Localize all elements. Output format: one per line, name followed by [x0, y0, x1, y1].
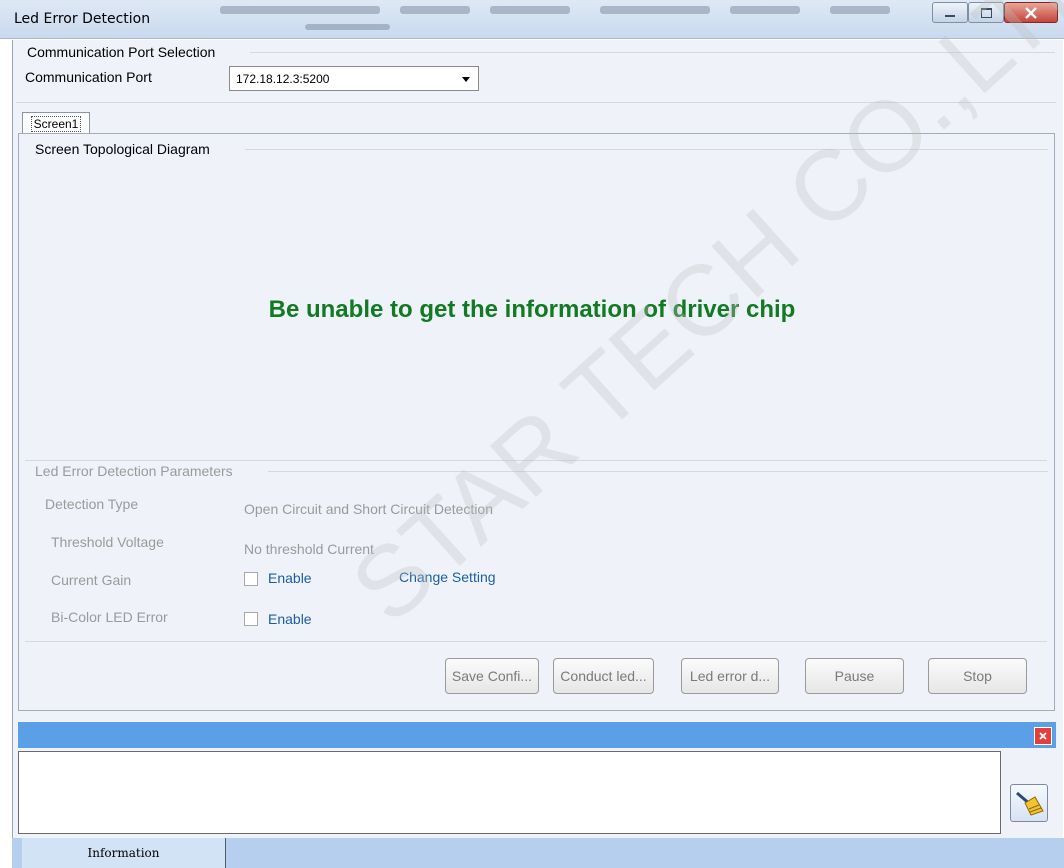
diagram-group-title: Screen Topological Diagram: [35, 141, 210, 157]
group-divider: [25, 460, 1047, 461]
tab-information[interactable]: Information: [22, 838, 226, 868]
info-log-area[interactable]: [18, 751, 1001, 834]
close-icon: [1025, 6, 1037, 19]
led-error-button[interactable]: Led error d...: [681, 658, 779, 694]
pause-button[interactable]: Pause: [805, 658, 904, 694]
group-divider: [25, 641, 1047, 642]
group-divider: [245, 149, 1048, 150]
background-window-blur: [220, 6, 380, 14]
tab-panel: [18, 133, 1055, 711]
info-panel-header: [18, 722, 1056, 748]
bicolor-label: Bi-Color LED Error: [51, 609, 168, 625]
stop-button[interactable]: Stop: [928, 658, 1027, 694]
clear-log-button[interactable]: [1010, 784, 1048, 822]
background-window-blur: [730, 6, 800, 14]
minimize-button[interactable]: [932, 2, 968, 23]
close-icon: [1039, 732, 1047, 740]
information-tab-label: Information: [87, 846, 160, 860]
detection-type-label: Detection Type: [45, 496, 139, 512]
change-setting-link[interactable]: Change Setting: [399, 569, 496, 585]
current-gain-checkbox[interactable]: [244, 572, 258, 586]
tab-label: Screen1: [30, 115, 82, 132]
port-label: Communication Port: [25, 69, 152, 85]
port-select-value: 172.18.12.3:5200: [236, 72, 330, 86]
title-bar: Led Error Detection: [0, 0, 1064, 39]
current-gain-label: Current Gain: [51, 572, 132, 588]
tab-screen1[interactable]: Screen1: [22, 112, 90, 134]
save-config-button[interactable]: Save Confi...: [445, 658, 539, 694]
background-window-blur: [400, 6, 470, 14]
detection-type-value: Open Circuit and Short Circuit Detection: [244, 501, 493, 517]
communication-port-select[interactable]: 172.18.12.3:5200: [229, 66, 479, 91]
conduct-led-button[interactable]: Conduct led...: [553, 658, 654, 694]
background-window-blur: [830, 6, 890, 14]
diagram-status-message: Be unable to get the information of driv…: [268, 296, 796, 323]
group-divider: [250, 52, 1055, 53]
chevron-down-icon: [462, 77, 470, 82]
params-group-title: Led Error Detection Parameters: [35, 463, 233, 479]
bicolor-enable-label[interactable]: Enable: [268, 611, 312, 627]
maximize-button[interactable]: [968, 2, 1004, 23]
window-title: Led Error Detection: [14, 11, 151, 27]
info-panel-close-button[interactable]: [1034, 727, 1052, 745]
background-window-blur: [490, 6, 570, 14]
threshold-value: No threshold Current: [244, 541, 374, 557]
current-gain-enable-label[interactable]: Enable: [268, 570, 312, 586]
minimize-icon: [945, 14, 955, 17]
group-divider: [16, 102, 1056, 103]
broom-icon: [1016, 791, 1044, 816]
port-group-title: Communication Port Selection: [27, 44, 216, 60]
background-window-blur: [305, 24, 390, 30]
group-divider: [268, 471, 1048, 472]
threshold-label: Threshold Voltage: [51, 534, 164, 550]
maximize-icon: [980, 7, 992, 18]
bicolor-checkbox[interactable]: [244, 612, 258, 626]
close-button[interactable]: [1004, 2, 1058, 23]
background-window-blur: [600, 6, 710, 14]
